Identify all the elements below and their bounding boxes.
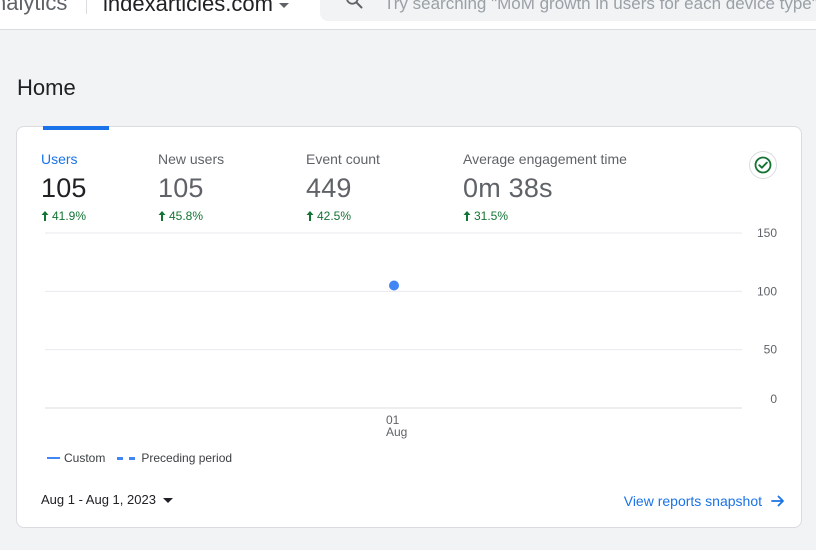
property-name: indexarticles.com [103,0,273,16]
date-range-label: Aug 1 - Aug 1, 2023 [41,492,156,507]
topbar-divider [86,0,87,14]
product-name: nalytics [0,0,68,15]
y-tick-label: 0 [770,392,777,406]
legend-solid-swatch [47,457,60,459]
page-title: Home [17,75,76,100]
y-tick-label: 50 [764,343,778,357]
arrow-right-icon [771,495,784,507]
view-reports-snapshot-link[interactable]: View reports snapshot [624,493,785,509]
date-range-selector[interactable]: Aug 1 - Aug 1, 2023 [41,492,173,507]
legend-label: Custom [64,451,106,465]
overview-card: Users 105 41.9% New users 105 45.8% Even… [16,126,802,528]
legend-dashed-swatch [117,456,136,460]
legend-item-preceding: Preceding period [117,451,232,465]
legend-label: Preceding period [141,451,233,465]
property-selector[interactable]: indexarticles.com [103,0,289,17]
view-link-label: View reports snapshot [623,493,762,509]
search-input[interactable] [384,0,816,18]
x-tick-month: Aug [386,425,407,439]
legend-item-custom: Custom [47,451,105,465]
search-icon [346,0,363,9]
chart-legend: Custom Preceding period [47,451,244,465]
y-tick-label: 100 [757,284,777,298]
users-line-chart: 05010015001Aug [45,226,778,439]
top-bar: nalytics indexarticles.com [0,0,816,30]
data-point [389,280,399,291]
search-bar[interactable] [320,0,816,21]
y-tick-label: 150 [757,226,777,240]
caret-down-icon [278,2,289,8]
caret-down-icon [162,498,173,503]
